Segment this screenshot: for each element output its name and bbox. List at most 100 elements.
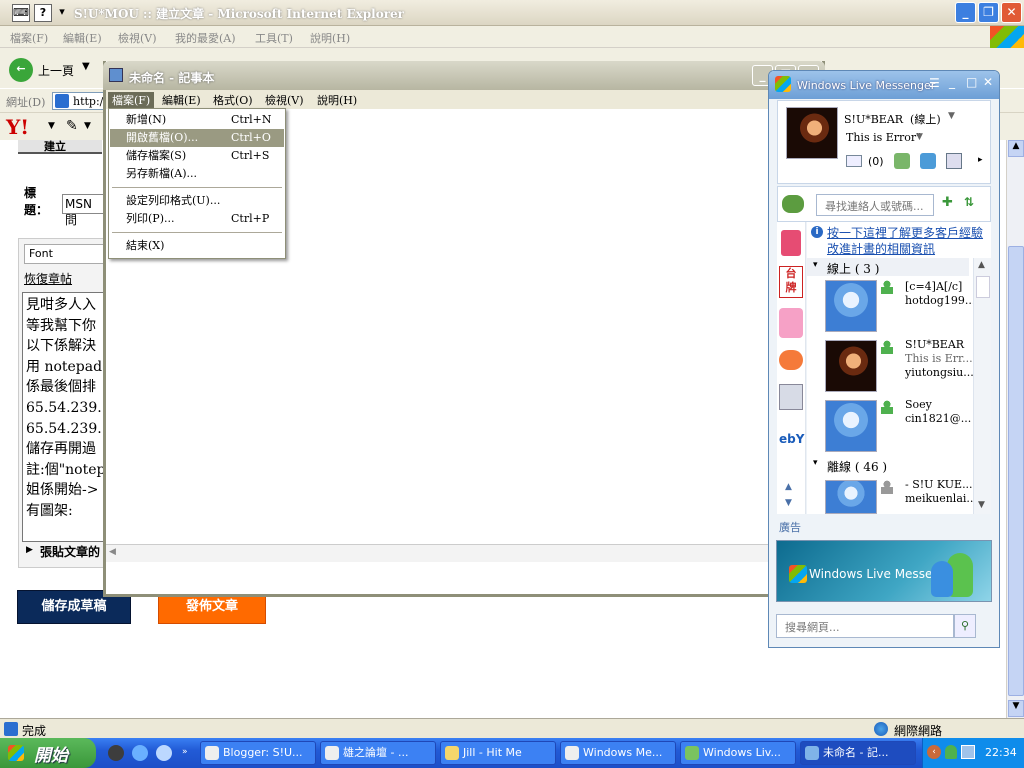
info-link-2[interactable]: 改進計畫的相關資訊 <box>827 240 935 257</box>
sort-icon[interactable]: ⇅ <box>964 195 974 209</box>
messenger-maximize-button[interactable]: □ <box>966 75 977 89</box>
scroll-up-icon[interactable]: ▲ <box>1008 140 1024 157</box>
messenger-menu-icon[interactable]: ☰ <box>929 76 940 90</box>
notepad-menu-help[interactable]: 說明(H) <box>313 92 361 108</box>
add-contact-group-icon[interactable] <box>782 195 804 213</box>
user-name[interactable]: S!U*BEAR (線上) <box>844 111 941 127</box>
tray-expand-icon[interactable]: ‹ <box>927 745 941 759</box>
status-dropdown-icon[interactable]: ▼ <box>948 111 955 121</box>
more-arrow-icon[interactable]: ▸ <box>978 155 983 165</box>
side-scroll-down-icon[interactable]: ▼ <box>785 498 792 508</box>
menu-favorites[interactable]: 我的最愛(A) <box>175 30 236 46</box>
scroll-thumb[interactable] <box>976 276 990 298</box>
back-dropdown-icon[interactable]: ▼ <box>82 61 90 72</box>
pencil-icon[interactable]: ✎ <box>66 118 78 134</box>
menu-item-print[interactable]: 列印(P)... Ctrl+P <box>110 210 284 228</box>
english-icon[interactable] <box>779 350 803 370</box>
notepad-menu-format[interactable]: 格式(O) <box>209 92 257 108</box>
scroll-up-icon[interactable]: ▲ <box>978 260 985 270</box>
side-scroll-up-icon[interactable]: ▲ <box>785 482 792 492</box>
font-select[interactable]: Font <box>24 244 104 264</box>
restore-link[interactable]: 恢復章帖 <box>24 270 72 287</box>
ie-vertical-scrollbar[interactable]: ▲ ▼ <box>1006 140 1024 718</box>
add-contact-icon[interactable]: ✚ <box>942 195 953 210</box>
collapse-icon[interactable]: ▾ <box>813 458 818 468</box>
taskbar-item-notepad[interactable]: 未命名 - 記... <box>800 741 916 765</box>
calendar-icon[interactable] <box>779 384 803 410</box>
options-icon[interactable] <box>946 153 962 169</box>
menu-file[interactable]: 檔案(F) <box>10 30 48 46</box>
network-icon[interactable] <box>961 745 975 759</box>
internet-explorer-icon[interactable] <box>132 745 148 761</box>
minimize-button[interactable]: _ <box>955 2 976 23</box>
tab-create-label: 建立 <box>44 140 66 153</box>
menu-item-save[interactable]: 儲存檔案(S) Ctrl+S <box>110 147 284 165</box>
offline-group-header[interactable]: ▾ 離線 ( 46 ) <box>807 456 969 474</box>
notepad-menu-edit[interactable]: 編輯(E) <box>158 92 205 108</box>
menu-tools[interactable]: 工具(T) <box>255 30 293 46</box>
menu-item-page-setup[interactable]: 設定列印格式(U)... <box>110 192 284 210</box>
taipai-icon[interactable]: 台牌 <box>779 266 803 298</box>
messenger-close-button[interactable]: ✕ <box>983 75 993 89</box>
scroll-down-icon[interactable]: ▼ <box>978 500 985 510</box>
menu-item-exit[interactable]: 結束(X) <box>110 237 284 255</box>
user-avatar[interactable] <box>786 107 838 159</box>
ebay-icon[interactable]: ebY <box>779 432 804 446</box>
messenger-quicklaunch-icon[interactable] <box>156 745 172 761</box>
contact-search-input[interactable]: 尋找連絡人或號碼... <box>816 194 934 216</box>
mail-icon[interactable] <box>846 155 862 167</box>
notepad-horizontal-scrollbar[interactable]: ◀ <box>106 544 771 562</box>
yahoo-dropdown-icon[interactable]: ▼ <box>48 121 55 131</box>
messenger-minimize-button[interactable]: _ <box>949 75 955 89</box>
title-input[interactable]: MSN問 <box>62 194 104 227</box>
taskbar-item-forum[interactable]: 雄之論壇 - ... <box>320 741 436 765</box>
messenger-tray-icon[interactable] <box>945 745 957 759</box>
notepad-menu-view[interactable]: 檢視(V) <box>261 92 308 108</box>
contact-list-scrollbar[interactable]: ▲ ▼ <box>973 258 991 514</box>
menu-help[interactable]: 說明(H) <box>310 30 350 46</box>
online-group-header[interactable]: ▾ 線上 ( 3 ) <box>807 258 969 276</box>
help-icon[interactable]: ? <box>34 4 52 22</box>
contacts-share-icon[interactable] <box>894 153 910 169</box>
taskbar-item-live-messenger[interactable]: Windows Liv... <box>680 741 796 765</box>
scroll-down-icon[interactable]: ▼ <box>1008 700 1024 717</box>
chevron-down-icon[interactable]: ▾ <box>56 4 68 22</box>
scroll-left-icon[interactable]: ◀ <box>109 547 116 557</box>
expand-arrow-icon[interactable]: ▶ <box>26 545 33 555</box>
web-search-input[interactable]: 搜尋網頁... <box>776 614 954 638</box>
search-icon[interactable]: ⚲ <box>954 614 976 638</box>
keyboard-icon[interactable]: ⌨ <box>12 4 30 22</box>
back-arrow-icon[interactable]: ← <box>9 58 33 82</box>
quicklaunch-expand-icon[interactable]: » <box>182 747 188 757</box>
taskbar-item-blogger[interactable]: Blogger: S!U... <box>200 741 316 765</box>
paste-section-label[interactable]: 張貼文章的 <box>40 543 100 560</box>
personal-message[interactable]: This is Error" <box>846 131 921 144</box>
back-button-label[interactable]: 上一頁 <box>38 62 74 79</box>
start-button[interactable]: 開始 <box>0 738 96 768</box>
collapse-icon[interactable]: ▾ <box>813 260 818 270</box>
messenger-ad-banner[interactable]: Windows Live Messenger <box>776 540 992 602</box>
yahoo-logo-icon[interactable]: Y! <box>6 115 29 139</box>
maximize-button[interactable]: ❐ <box>978 2 999 23</box>
menu-item-save-as[interactable]: 另存新檔(A)... <box>110 165 284 183</box>
menu-edit[interactable]: 編輯(E) <box>63 30 102 46</box>
loop-easy-icon[interactable] <box>779 308 803 338</box>
tab-create[interactable]: 建立 <box>18 140 102 154</box>
menu-item-new[interactable]: 新增(N) Ctrl+N <box>110 111 284 129</box>
scroll-thumb[interactable] <box>1008 246 1024 696</box>
taskbar-item-jill[interactable]: Jill - Hit Me <box>440 741 556 765</box>
address-input[interactable]: http:// <box>52 92 107 110</box>
close-button[interactable]: ✕ <box>1001 2 1022 23</box>
pencil-dropdown-icon[interactable]: ▼ <box>84 121 91 131</box>
space-icon[interactable] <box>781 230 801 256</box>
people-icon[interactable] <box>920 153 936 169</box>
message-dropdown-icon[interactable]: ▼ <box>916 132 923 142</box>
notepad-menu-file[interactable]: 檔案(F) <box>108 92 155 108</box>
menu-view[interactable]: 檢視(V) <box>118 30 157 46</box>
menu-item-open[interactable]: 開啟舊檔(O)... Ctrl+O <box>110 129 284 147</box>
post-body-textarea[interactable]: 見咁多人入 等我幫下你 以下係解決 用 notepad 係最後個排 65.54.… <box>22 292 104 542</box>
info-link-1[interactable]: 按一下這裡了解更多客戶經驗 <box>827 224 983 241</box>
online-status-icon <box>881 340 893 354</box>
taskbar-item-media[interactable]: Windows Me... <box>560 741 676 765</box>
media-player-icon[interactable] <box>108 745 124 761</box>
